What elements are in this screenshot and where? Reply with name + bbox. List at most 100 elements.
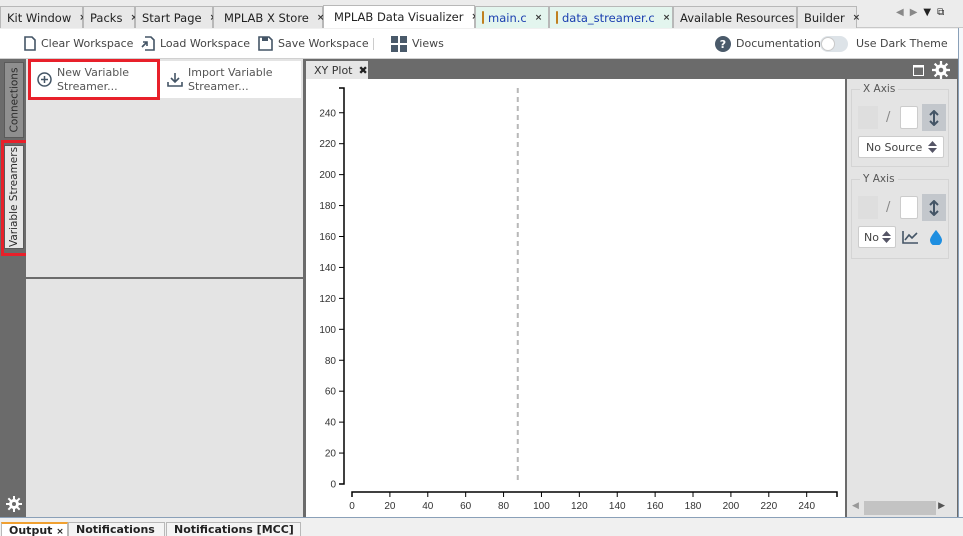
save-icon [258, 36, 273, 51]
variable-streamers-tab[interactable]: Variable Streamers [4, 145, 24, 249]
x-axis-min-field[interactable] [858, 106, 878, 129]
xy-plot-tab[interactable]: XY Plot ✖ [306, 61, 368, 79]
x-tick-label: 120 [571, 501, 588, 512]
select-arrows-icon [882, 231, 891, 243]
tab-label: Kit Window [7, 10, 72, 25]
x-tick-label: 180 [685, 501, 702, 512]
y-axis-min-field[interactable] [858, 196, 878, 219]
select-arrows-icon [928, 141, 937, 153]
toggle-switch[interactable] [820, 35, 848, 52]
svg-text:?: ? [720, 38, 726, 51]
panel-divider[interactable] [26, 277, 303, 279]
tab-notifications-mcc[interactable]: Notifications [MCC] [166, 522, 301, 536]
close-icon[interactable]: × [845, 13, 861, 23]
maximize-icon[interactable]: ⧉ [937, 7, 944, 18]
tab-label: Available Resources [680, 10, 795, 25]
tab-output[interactable]: Output × [1, 522, 68, 536]
x-axis-line [351, 491, 838, 497]
y-tick-label: 160 [319, 232, 336, 243]
tab-label: data_streamer.c [562, 10, 655, 25]
x-tick-label: 60 [460, 501, 472, 512]
close-icon[interactable]: ✖ [358, 64, 367, 77]
select-value: No Source [866, 140, 923, 154]
tab-builder[interactable]: Builder × [797, 6, 860, 28]
close-icon[interactable]: × [655, 13, 671, 23]
line-chart-icon[interactable] [902, 230, 919, 244]
settings-gear-button[interactable] [6, 496, 22, 515]
new-variable-streamer-button[interactable]: New Variable Streamer... [29, 61, 159, 98]
y-tick-label: 0 [330, 480, 336, 491]
y-tick-label: 60 [325, 387, 337, 398]
scrollbar-thumb[interactable] [864, 501, 936, 515]
tab-data-streamer-c[interactable]: data_streamer.c × [549, 6, 673, 28]
close-icon[interactable]: × [527, 13, 543, 23]
separator: / [886, 200, 891, 215]
x-axis-max-field[interactable] [900, 106, 918, 129]
document-tab-bar: Kit Window× Packs× Start Page× MPLAB X S… [0, 0, 963, 28]
y-axis-line [339, 87, 345, 485]
tab-kit-window[interactable]: Kit Window× [0, 6, 87, 28]
button-label: Save Workspace [278, 37, 369, 50]
scroll-right-icon[interactable]: ▶ [938, 501, 945, 511]
select-value: No [864, 230, 879, 244]
x-axis-autoscale-button[interactable] [922, 104, 946, 131]
gear-icon [6, 496, 22, 512]
add-circle-icon [37, 72, 52, 87]
y-axis-title: Y Axis [860, 173, 898, 185]
y-axis-source-select[interactable]: No [858, 226, 896, 248]
connections-tab[interactable]: Connections [4, 62, 24, 138]
save-workspace-button[interactable]: Save Workspace [258, 29, 369, 58]
load-workspace-button[interactable]: Load Workspace [141, 29, 250, 58]
horizontal-scrollbar[interactable]: ◀ ▶ [849, 500, 947, 516]
y-tick-label: 220 [319, 139, 336, 150]
button-label: Clear Workspace [41, 37, 134, 50]
tab-packs[interactable]: Packs× [83, 6, 138, 28]
documentation-button[interactable]: ? Documentation [715, 29, 821, 58]
y-tick-label: 80 [325, 356, 337, 367]
dark-theme-toggle[interactable]: Use Dark Theme [820, 29, 948, 58]
tab-available-resources[interactable]: Available Resources× [673, 6, 810, 28]
clear-workspace-button[interactable]: Clear Workspace [24, 29, 133, 58]
y-tick-label: 180 [319, 201, 336, 212]
toolbar-separator [373, 38, 374, 50]
tab-label: Output [9, 524, 53, 536]
tab-label: MPLAB X Store [224, 10, 309, 25]
y-tick-label: 20 [325, 449, 337, 460]
tab-start-page[interactable]: Start Page× [135, 6, 217, 28]
x-axis-group: X Axis / No Source [851, 83, 949, 167]
button-label: Views [412, 37, 444, 50]
tab-mplab-x-store[interactable]: MPLAB X Store × [213, 6, 324, 28]
tab-mplab-data-visualizer[interactable]: MPLAB Data Visualizer× [323, 5, 479, 28]
tab-label: Notifications [76, 523, 155, 536]
views-button[interactable]: Views [391, 29, 444, 58]
gear-icon[interactable] [932, 61, 950, 79]
scroll-right-icon[interactable]: ▶ [910, 7, 918, 18]
tab-notifications[interactable]: Notifications [68, 522, 165, 536]
toggle-label: Use Dark Theme [856, 37, 948, 50]
scroll-left-icon[interactable]: ◀ [896, 7, 904, 18]
y-axis-max-field[interactable] [900, 196, 918, 219]
tab-main-c[interactable]: main.c × [475, 6, 549, 28]
scroll-left-icon[interactable]: ◀ [852, 501, 859, 511]
x-tick-label: 20 [384, 501, 396, 512]
y-axis-autoscale-button[interactable] [922, 194, 946, 221]
tab-label: Start Page [142, 10, 202, 25]
button-label: Import Variable Streamer... [188, 65, 273, 93]
vertical-arrows-icon [929, 199, 939, 216]
tab-list-dropdown-icon[interactable]: ▼ [923, 7, 931, 18]
x-tick-label: 0 [349, 501, 355, 512]
x-tick-label: 40 [422, 501, 434, 512]
color-drop-icon[interactable] [930, 230, 942, 245]
output-tab-bar: Output × Notifications Notifications [MC… [0, 517, 963, 536]
x-axis-title: X Axis [860, 83, 899, 95]
tab-label: Notifications [MCC] [174, 523, 294, 536]
tab-label: Packs [90, 10, 123, 25]
x-tick-label: 100 [533, 501, 550, 512]
x-axis-source-select[interactable]: No Source [858, 136, 944, 158]
plot-toolbar [913, 61, 950, 79]
import-variable-streamer-button[interactable]: Import Variable Streamer... [159, 61, 301, 98]
x-tick-label: 200 [723, 501, 740, 512]
x-tick-label: 220 [760, 501, 777, 512]
new-document-icon [24, 36, 36, 51]
window-icon[interactable] [913, 64, 924, 76]
